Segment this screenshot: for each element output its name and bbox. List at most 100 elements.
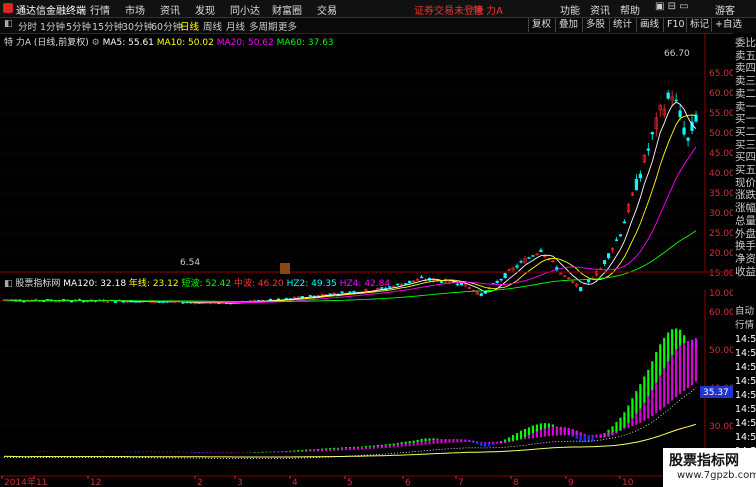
candle-body bbox=[388, 286, 392, 288]
quote-label: 买三 bbox=[735, 138, 756, 151]
quote-label: 卖四 bbox=[735, 62, 756, 75]
quote-label: 卖一 bbox=[735, 100, 756, 113]
candle-body bbox=[606, 253, 611, 259]
quote-label: 收益 bbox=[735, 265, 756, 278]
ma60-line bbox=[3, 230, 697, 302]
candle-body bbox=[618, 234, 623, 237]
tick-time: 14:50 bbox=[735, 376, 756, 387]
candle-body bbox=[527, 257, 531, 259]
date-label: 6 bbox=[405, 478, 411, 487]
quote-label: 涨幅 bbox=[735, 202, 756, 215]
main-tick-label: 25.00 bbox=[709, 229, 735, 239]
watermark: 股票指标网 www.7gpzb.com bbox=[663, 448, 756, 487]
quote-label: 涨跌 bbox=[735, 189, 756, 202]
ind-tick-label: 30.00 bbox=[709, 422, 735, 432]
candle-body bbox=[614, 239, 619, 241]
date-label: 9 bbox=[568, 478, 574, 487]
date-label: 4 bbox=[292, 478, 298, 487]
candle-body bbox=[340, 291, 344, 293]
main-price-axis: 65.00 60.00 55.00 50.00 45.00 40.00 35.00 30.00… bbox=[704, 33, 735, 299]
quote-label: 卖五 bbox=[735, 49, 756, 62]
candle-body bbox=[419, 276, 424, 279]
candle-body bbox=[276, 298, 281, 301]
candle-body bbox=[646, 148, 650, 151]
candle-body bbox=[694, 114, 698, 122]
quote-label: 卖二 bbox=[735, 87, 756, 100]
date-label: 11 bbox=[36, 478, 47, 487]
date-label: 7 bbox=[458, 478, 464, 487]
ma10-line bbox=[3, 114, 697, 304]
date-label: 2014年 bbox=[4, 476, 36, 487]
indicator-value-label: 35.37 bbox=[703, 388, 729, 398]
candle-body bbox=[479, 293, 483, 296]
chart-canvas[interactable]: 65.00 60.00 55.00 50.00 45.00 40.00 35.00 30.00… bbox=[0, 0, 756, 487]
candle-body bbox=[539, 249, 543, 252]
tick-time: 14:50 bbox=[735, 404, 756, 415]
watermark-title: 股票指标网 bbox=[669, 453, 739, 469]
candle-body bbox=[587, 279, 591, 283]
tick-time: 14:50 bbox=[735, 432, 756, 443]
candle-body bbox=[674, 99, 678, 102]
watermark-url: www.7gpzb.com bbox=[677, 470, 756, 481]
quote-label: 净资 bbox=[735, 252, 756, 265]
candle-body bbox=[181, 302, 185, 304]
quote-label: 买二 bbox=[735, 125, 756, 138]
date-label: 5 bbox=[347, 478, 353, 487]
candle-body bbox=[380, 287, 384, 289]
main-tick-label: 45.00 bbox=[709, 149, 735, 159]
candle-body bbox=[622, 221, 627, 224]
main-tick-label: 40.00 bbox=[709, 169, 735, 179]
candle-body bbox=[495, 280, 499, 284]
main-tick-label: 10.00 bbox=[709, 289, 735, 299]
tick-time: 14:50 bbox=[735, 418, 756, 429]
main-tick-label: 30.00 bbox=[709, 209, 735, 219]
quote-label: 买四 bbox=[735, 151, 756, 164]
quote-label: 换手 bbox=[735, 240, 756, 253]
candle-body bbox=[439, 281, 444, 284]
candle-body bbox=[515, 265, 519, 268]
main-tick-label: 65.00 bbox=[709, 69, 735, 79]
candle-body bbox=[404, 283, 408, 285]
candle-body bbox=[579, 287, 583, 292]
candle-body bbox=[666, 92, 670, 99]
candle-body bbox=[70, 300, 74, 303]
candle-body bbox=[308, 295, 312, 297]
candle-body bbox=[268, 299, 273, 301]
candle-body bbox=[638, 173, 642, 179]
tick-time: 14:50 bbox=[735, 334, 756, 345]
marker-flag[interactable] bbox=[280, 263, 290, 274]
candlestick-series bbox=[2, 90, 698, 305]
date-label: 12 bbox=[90, 478, 101, 487]
main-tick-label: 35.00 bbox=[709, 189, 735, 199]
candle-body bbox=[408, 280, 412, 284]
quote-label: 现价 bbox=[735, 176, 756, 189]
candle-body bbox=[384, 287, 388, 290]
candle-body bbox=[686, 137, 690, 141]
candle-body bbox=[682, 127, 686, 135]
date-label: 2 bbox=[197, 478, 203, 487]
auto-quote-label: 自动 bbox=[735, 306, 755, 317]
quote-label: 卖三 bbox=[735, 75, 756, 88]
high-price-label: 66.70 bbox=[664, 49, 690, 59]
ind-tick-label: 60.00 bbox=[709, 308, 735, 318]
candle-body bbox=[503, 273, 507, 279]
candle-body bbox=[519, 261, 523, 263]
tick-time: 14:50 bbox=[735, 390, 756, 401]
low-price-label: 6.54 bbox=[180, 258, 200, 268]
date-axis: 2014年1112234567891011 bbox=[0, 475, 733, 487]
main-tick-label: 60.00 bbox=[709, 89, 735, 99]
quote-label: 外盘 bbox=[735, 227, 756, 240]
candle-body bbox=[455, 283, 459, 286]
date-label: 3 bbox=[237, 478, 243, 487]
candle-body bbox=[678, 110, 682, 118]
auto-quote-label: 行情 bbox=[735, 320, 755, 331]
main-tick-label: 55.00 bbox=[709, 109, 735, 119]
main-tick-label: 50.00 bbox=[709, 129, 735, 139]
main-grid bbox=[0, 72, 705, 294]
candle-body bbox=[320, 294, 324, 296]
date-label: 10 bbox=[622, 478, 634, 487]
date-label: 8 bbox=[513, 478, 519, 487]
candle-body bbox=[602, 260, 607, 265]
tick-time: 14:50 bbox=[735, 362, 756, 373]
main-tick-label: 20.00 bbox=[709, 249, 735, 259]
